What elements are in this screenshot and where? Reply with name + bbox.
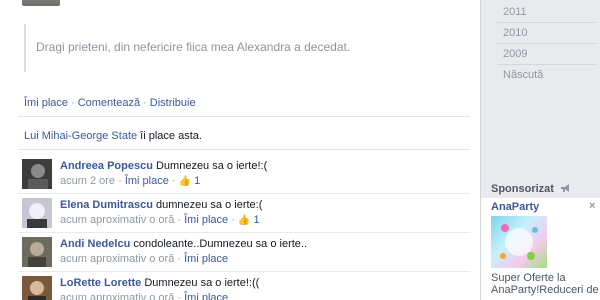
megaphone-icon[interactable] [560, 184, 571, 193]
divider [497, 22, 597, 23]
comment-like-link[interactable]: Îmi place [184, 292, 228, 300]
shared-post-quote: Dragi prieteni, din nefericire fiica mea… [24, 24, 456, 72]
post-column: Dragi prieteni, din nefericire fiica mea… [0, 0, 481, 300]
comment-author-link[interactable]: Andi Nedelcu [60, 238, 130, 250]
comment-meta: acum aproximativ o oră · Îmi place [60, 292, 259, 300]
post-text: Dragi prieteni, din nefericire fiica mea… [36, 40, 351, 54]
ad-logo-graphic [500, 224, 538, 260]
thumbs-up-icon[interactable]: 👍 [179, 176, 191, 187]
timeline-year-2009[interactable]: 2009 [503, 48, 527, 60]
comment-avatar[interactable] [22, 198, 52, 228]
likes-suffix: îi place asta. [137, 130, 202, 142]
ad-description: Super Oferte la AnaParty!Reduceri de [491, 272, 599, 296]
liker-name-link[interactable]: Lui Mihai-George State [24, 130, 137, 142]
comment-avatar[interactable] [22, 237, 52, 267]
comment-avatar[interactable] [22, 276, 52, 300]
author-avatar[interactable] [22, 0, 60, 6]
ad-title-link[interactable]: AnaParty [491, 201, 539, 213]
comment-author-link[interactable]: LoRette Lorette [60, 277, 141, 289]
right-sidebar: 2011 2010 2009 Născută Sponsorizat AnaPa… [481, 0, 600, 300]
comment-item: Andreea Popescu Dumnezeu sa o ierte!:( a… [18, 155, 470, 194]
sponsored-label: Sponsorizat [491, 183, 554, 195]
sponsored-ad[interactable]: AnaParty × Super Oferte la AnaParty!Redu… [481, 198, 600, 300]
separator: · [143, 97, 147, 109]
separator: · [71, 97, 75, 109]
comment-like-link[interactable]: Îmi place [184, 214, 228, 226]
comment-timestamp[interactable]: acum 2 ore [60, 175, 115, 187]
comment-like-link[interactable]: Îmi place [184, 253, 228, 265]
comment-like-count[interactable]: 1 [194, 175, 200, 187]
comment-meta: acum 2 ore · Îmi place · 👍 1 [60, 175, 201, 187]
comment-item: Andi Nedelcu condoleante..Dumnezeu sa o … [18, 233, 470, 272]
sponsored-heading: Sponsorizat [491, 183, 571, 195]
timeline-born[interactable]: Născută [503, 69, 543, 81]
comment-text: dumnezeu sa o ierte:( [155, 199, 263, 211]
post-actions: Îmi place · Comentează · Distribuie [24, 97, 196, 109]
comment-text: Dumnezeu sa o ierte!:(( [144, 277, 260, 289]
comment-meta: acum aproximativ o oră · Îmi place · 👍 1 [60, 214, 260, 226]
comment-text: condoleante..Dumnezeu sa o ierte.. [133, 238, 308, 250]
divider [497, 64, 597, 65]
comment-item: Elena Dumitrascu dumnezeu sa o ierte:( a… [18, 194, 470, 233]
comment-item: LoRette Lorette Dumnezeu sa o ierte!:(( … [18, 272, 470, 300]
comment-like-link[interactable]: Îmi place [125, 175, 169, 187]
timeline-year-2010[interactable]: 2010 [503, 27, 527, 39]
comment-meta: acum aproximativ o oră · Îmi place [60, 253, 229, 265]
likes-text: Lui Mihai-George State îi place asta. [24, 130, 202, 142]
divider [497, 43, 597, 44]
comment-author-link[interactable]: Andreea Popescu [60, 160, 153, 172]
ad-image[interactable] [491, 216, 547, 268]
likes-summary: Lui Mihai-George State îi place asta. [18, 116, 470, 150]
close-icon[interactable]: × [589, 200, 595, 212]
thumbs-up-icon[interactable]: 👍 [238, 215, 250, 226]
comment-author-link[interactable]: Elena Dumitrascu [60, 199, 153, 211]
comment-text: Dumnezeu sa o ierte!:( [155, 160, 268, 172]
comment-timestamp[interactable]: acum aproximativ o oră [60, 292, 174, 300]
timeline-year-2011[interactable]: 2011 [503, 6, 527, 18]
comment-like-count[interactable]: 1 [253, 214, 259, 226]
like-link[interactable]: Îmi place [24, 97, 68, 109]
comment-timestamp[interactable]: acum aproximativ o oră [60, 253, 174, 265]
comment-link[interactable]: Comentează [78, 97, 140, 109]
comment-avatar[interactable] [22, 159, 52, 189]
share-link[interactable]: Distribuie [150, 97, 196, 109]
comment-timestamp[interactable]: acum aproximativ o oră [60, 214, 174, 226]
